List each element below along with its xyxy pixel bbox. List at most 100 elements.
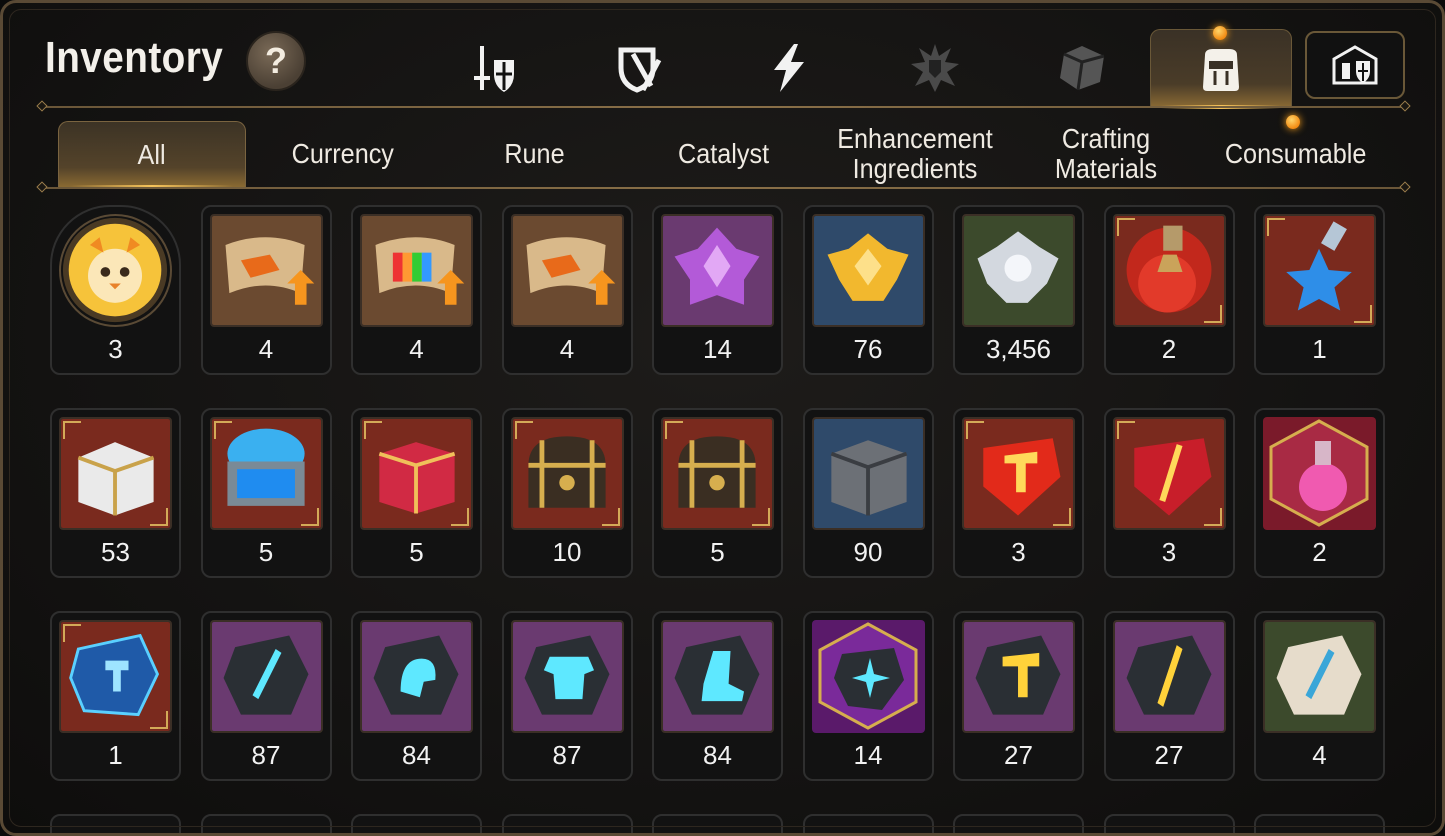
inventory-item[interactable]: 76 bbox=[802, 205, 934, 375]
item-count: 87 bbox=[251, 740, 281, 770]
inventory-item[interactable]: 87 bbox=[200, 611, 332, 781]
boot-stone-icon bbox=[663, 622, 772, 731]
rarity-corner bbox=[213, 421, 232, 439]
inventory-item[interactable]: 3 bbox=[50, 205, 181, 375]
inventory-item-partial[interactable] bbox=[953, 814, 1084, 833]
item-count: 5 bbox=[710, 537, 725, 567]
item-thumbnail bbox=[510, 214, 624, 327]
tab-defense[interactable] bbox=[570, 29, 712, 107]
item-count: 90 bbox=[853, 537, 883, 567]
item-thumbnail bbox=[962, 417, 1075, 530]
item-count: 4 bbox=[258, 334, 274, 364]
tab-emblem[interactable] bbox=[864, 29, 1006, 107]
inventory-item[interactable]: 1 bbox=[50, 611, 181, 781]
inventory-item[interactable]: 3 bbox=[1103, 408, 1235, 578]
inventory-item-partial[interactable] bbox=[652, 814, 783, 833]
inventory-item-partial[interactable] bbox=[50, 814, 181, 833]
inventory-item[interactable]: 2 bbox=[1103, 205, 1235, 375]
tab-consumable[interactable]: Consumable bbox=[1201, 115, 1391, 187]
tab-enhancement-label: Enhancement Ingredients bbox=[837, 123, 993, 184]
cube-icon bbox=[1060, 46, 1105, 91]
inventory-item[interactable]: 4 bbox=[200, 205, 332, 375]
tab-cube[interactable] bbox=[1011, 29, 1153, 107]
tab-consumable-label: Consumable bbox=[1225, 138, 1367, 169]
lightning-icon bbox=[774, 44, 804, 92]
rarity-corner bbox=[1267, 218, 1285, 236]
tab-skills[interactable] bbox=[717, 29, 859, 107]
item-thumbnail bbox=[209, 214, 323, 327]
help-button[interactable]: ? bbox=[246, 31, 306, 91]
item-count: 3 bbox=[1011, 537, 1026, 567]
gold-blade-stone-icon bbox=[1114, 622, 1224, 731]
inventory-item[interactable]: 10 bbox=[501, 408, 633, 578]
broken-shield-icon bbox=[618, 47, 662, 93]
rarity-corner bbox=[514, 421, 533, 439]
inventory-item[interactable]: 84 bbox=[652, 611, 783, 781]
inventory-item[interactable]: 14 bbox=[652, 205, 783, 375]
inventory-item[interactable]: 27 bbox=[1103, 611, 1235, 781]
inventory-item[interactable]: 14 bbox=[802, 611, 934, 781]
inventory-item[interactable]: 87 bbox=[501, 611, 633, 781]
inventory-item-partial[interactable] bbox=[1103, 814, 1235, 833]
item-count: 27 bbox=[1154, 740, 1184, 770]
rarity-corner bbox=[601, 508, 620, 526]
tabs-divider bbox=[41, 187, 1407, 189]
page-title: Inventory bbox=[45, 33, 224, 82]
inventory-item[interactable]: 1 bbox=[1254, 205, 1385, 375]
inventory-item-partial[interactable] bbox=[1254, 814, 1385, 833]
item-thumbnail bbox=[811, 620, 925, 733]
rarity-corner bbox=[665, 421, 683, 439]
item-count: 10 bbox=[552, 537, 582, 567]
inventory-item-partial[interactable] bbox=[501, 814, 633, 833]
tab-catalyst-label: Catalyst bbox=[678, 138, 770, 169]
item-count: 4 bbox=[559, 334, 575, 364]
tab-rune[interactable]: Rune bbox=[439, 121, 629, 187]
tab-enhancement-ingredients[interactable]: Enhancement Ingredients bbox=[820, 121, 1010, 187]
gold-hammer-stone-icon bbox=[964, 622, 1073, 731]
inventory-item[interactable]: 5 bbox=[652, 408, 783, 578]
pink-potion-icon bbox=[1263, 417, 1376, 530]
item-thumbnail bbox=[962, 214, 1075, 327]
item-thumbnail bbox=[962, 620, 1075, 733]
inventory-item[interactable]: 3 bbox=[953, 408, 1084, 578]
item-thumbnail bbox=[209, 417, 323, 530]
inventory-item[interactable]: 4 bbox=[1254, 611, 1385, 781]
item-thumbnail bbox=[360, 417, 473, 530]
inventory-item[interactable]: 4 bbox=[501, 205, 633, 375]
inventory-item[interactable]: 5 bbox=[351, 408, 482, 578]
inventory-item[interactable]: 27 bbox=[953, 611, 1084, 781]
inventory-item-partial[interactable] bbox=[802, 814, 934, 833]
item-thumbnail bbox=[1263, 417, 1376, 530]
item-thumbnail bbox=[360, 214, 473, 327]
inventory-item-partial[interactable] bbox=[200, 814, 332, 833]
tab-equipment[interactable] bbox=[423, 29, 565, 107]
inventory-item[interactable]: 53 bbox=[50, 408, 181, 578]
item-thumbnail bbox=[661, 417, 774, 530]
notification-dot bbox=[1213, 26, 1227, 40]
tab-inventory[interactable] bbox=[1150, 26, 1292, 109]
tab-currency[interactable]: Currency bbox=[248, 121, 438, 187]
inventory-item[interactable]: 2 bbox=[1254, 408, 1385, 578]
tab-catalyst[interactable]: Catalyst bbox=[629, 121, 819, 187]
inventory-item-partial[interactable] bbox=[351, 814, 482, 833]
inventory-item[interactable]: 5 bbox=[200, 408, 332, 578]
rarity-corner bbox=[1116, 218, 1135, 236]
inventory-item[interactable]: 90 bbox=[802, 408, 934, 578]
inventory-item[interactable]: 84 bbox=[351, 611, 482, 781]
item-count: 3 bbox=[1161, 537, 1177, 567]
steel-chest-icon bbox=[813, 419, 923, 528]
item-count: 2 bbox=[1312, 537, 1327, 567]
star-stone-icon bbox=[811, 620, 925, 733]
inventory-item[interactable]: 4 bbox=[351, 205, 482, 375]
item-thumbnail bbox=[510, 417, 624, 530]
tab-crafting-materials[interactable]: Crafting Materials bbox=[1011, 121, 1201, 187]
gold-crystal-icon bbox=[813, 216, 923, 325]
rarity-corner bbox=[451, 508, 469, 526]
item-thumbnail bbox=[209, 620, 323, 733]
question-mark-icon: ? bbox=[265, 40, 287, 81]
inventory-item[interactable]: 3,456 bbox=[953, 205, 1084, 375]
tab-all[interactable]: All bbox=[58, 121, 246, 189]
item-thumbnail bbox=[510, 620, 624, 733]
item-count: 4 bbox=[1312, 740, 1327, 770]
guild-storage-button[interactable] bbox=[1305, 31, 1405, 99]
